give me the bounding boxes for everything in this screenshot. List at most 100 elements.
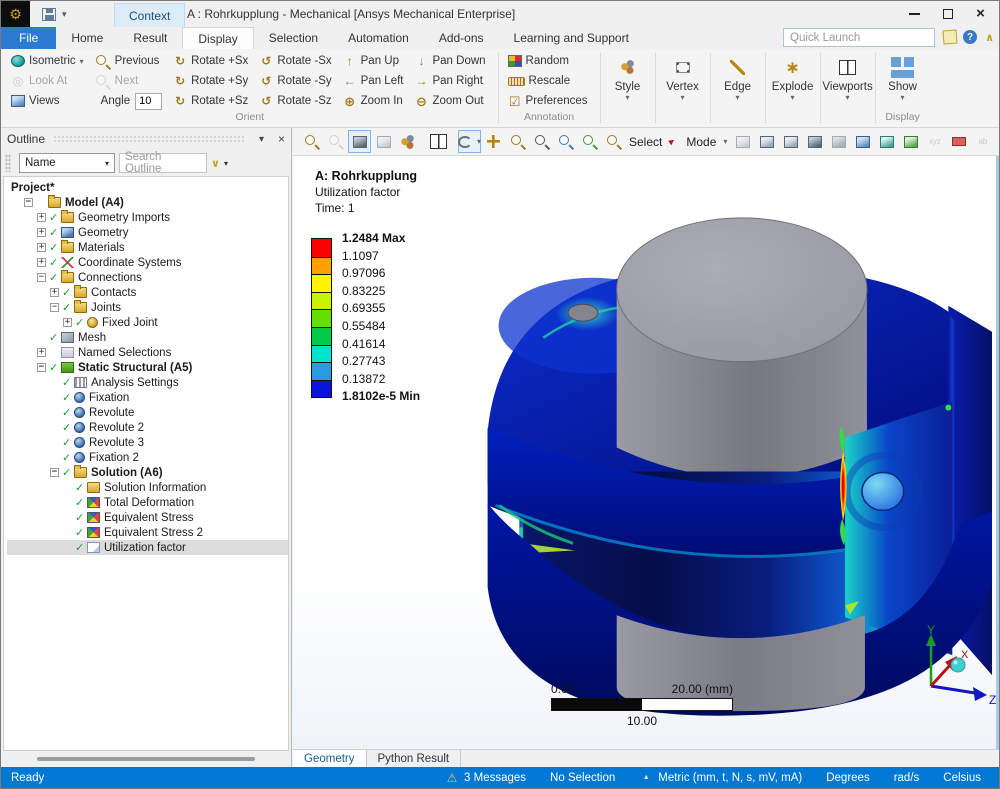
zoom-box-mode-button[interactable] (530, 130, 553, 153)
ribbon-item-random[interactable]: Random (504, 51, 595, 71)
ribbon-item-angle[interactable]: Angle (91, 91, 169, 111)
tree-item-solution-a6[interactable]: −✓Solution (A6) (7, 465, 288, 480)
ribbon-item-preferences[interactable]: ☑Preferences (504, 91, 595, 111)
ribbon-item-rotate-sy[interactable]: ↺Rotate -Sy (255, 71, 338, 91)
style-paint-button[interactable] (396, 130, 419, 153)
select-button[interactable]: Select► (626, 134, 682, 149)
filter-options-icon[interactable]: ▾ (224, 159, 228, 168)
shaded-gray-button[interactable] (372, 130, 395, 153)
tree-item-equivalent-stress-2[interactable]: ✓Equivalent Stress 2 (7, 525, 288, 540)
ribbon-item-isometric[interactable]: Isometric▾ (7, 51, 91, 71)
filter-node-button[interactable] (851, 130, 874, 153)
tree-expander-icon[interactable]: + (50, 288, 59, 297)
tree-expander-icon[interactable]: + (63, 318, 72, 327)
status-celsius[interactable]: Celsius (943, 772, 981, 784)
filter-type-dropdown[interactable]: Name ▾ (19, 153, 115, 173)
tree-item-fixed-joint[interactable]: +✓Fixed Joint (7, 315, 288, 330)
zoom-fit-button[interactable] (554, 130, 577, 153)
ribbon-item-next[interactable]: Next (91, 71, 169, 91)
close-panel-icon[interactable]: × (278, 132, 285, 146)
tree-item-mesh[interactable]: ✓Mesh (7, 330, 288, 345)
tree-item-materials[interactable]: +✓Materials (7, 240, 288, 255)
status-no-selection[interactable]: No Selection (550, 772, 615, 784)
tree-item-solution-information[interactable]: ✓Solution Information (7, 480, 288, 495)
xyz-button[interactable]: xyz (923, 130, 946, 153)
ribbon-item-rotate-sx[interactable]: ↺Rotate -Sx (255, 51, 338, 71)
tab-file[interactable]: File (1, 27, 56, 49)
tab-home[interactable]: Home (56, 27, 118, 49)
feedback-note-icon[interactable] (943, 30, 958, 45)
context-tab[interactable]: Context (114, 3, 185, 27)
ribbon-item-pan-down[interactable]: ↓Pan Down (410, 51, 492, 71)
search-outline-input[interactable]: Search Outline (119, 153, 207, 173)
collapse-ribbon-icon[interactable]: ∧ (985, 31, 994, 44)
tree-item-equivalent-stress[interactable]: ✓Equivalent Stress (7, 510, 288, 525)
status-rad-s[interactable]: rad/s (894, 772, 920, 784)
tab-selection[interactable]: Selection (254, 27, 333, 49)
tree-item-connections[interactable]: −✓Connections (7, 270, 288, 285)
tree-expander-icon[interactable]: + (37, 348, 46, 357)
status-3-messages[interactable]: ⚠3 Messages (445, 770, 526, 785)
tree-item-project[interactable]: Project* (7, 180, 288, 195)
filter-element-button[interactable] (875, 130, 898, 153)
filter-face-button[interactable] (755, 130, 778, 153)
help-icon[interactable]: ? (963, 30, 977, 44)
tab-add-ons[interactable]: Add-ons (424, 27, 499, 49)
graphics-viewport[interactable]: A: Rohrkupplung Utilization factor Time:… (293, 156, 999, 749)
axis-triad[interactable]: Y Z X (901, 622, 997, 706)
tree-item-contacts[interactable]: +✓Contacts (7, 285, 288, 300)
status-degrees[interactable]: Degrees (826, 772, 869, 784)
button-viewports[interactable]: Viewports▾ (824, 49, 872, 111)
mode-dropdown[interactable]: Mode▾ (683, 135, 730, 149)
ribbon-item-previous[interactable]: Previous (91, 51, 169, 71)
tree-item-analysis-settings[interactable]: ✓Analysis Settings (7, 375, 288, 390)
tree-expander-icon[interactable]: − (50, 303, 59, 312)
outline-scrollbar[interactable] (1, 751, 291, 767)
ribbon-item-zoom-in[interactable]: ⊕Zoom In (339, 91, 411, 111)
close-button[interactable]: × (964, 1, 997, 26)
tree-expander-icon[interactable]: + (37, 243, 46, 252)
tree-expander-icon[interactable]: − (37, 363, 46, 372)
tree-expander-icon[interactable]: + (37, 213, 46, 222)
angle-input[interactable] (135, 93, 162, 110)
tab-learning-and-support[interactable]: Learning and Support (499, 27, 644, 49)
filter-body-button[interactable] (731, 130, 754, 153)
tree-expander-icon[interactable]: − (37, 273, 46, 282)
ribbon-item-pan-right[interactable]: →Pan Right (410, 71, 492, 91)
tree-item-geometry[interactable]: +✓Geometry (7, 225, 288, 240)
filter-mesh-button[interactable] (827, 130, 850, 153)
button-style[interactable]: Style▾ (604, 49, 652, 111)
ribbon-item-rotate-sz[interactable]: ↻Rotate +Sz (169, 91, 255, 111)
pan-mode-button[interactable] (482, 130, 505, 153)
tree-expander-icon[interactable]: + (37, 228, 46, 237)
minimize-button[interactable] (898, 1, 931, 26)
ribbon-item-zoom-out[interactable]: ⊖Zoom Out (410, 91, 492, 111)
ribbon-item-rotate-sx[interactable]: ↻Rotate +Sx (169, 51, 255, 71)
status-metric-mm-t-n-s-mv-ma[interactable]: ▲Metric (mm, t, N, s, mV, mA) (639, 770, 802, 785)
maximize-button[interactable] (931, 1, 964, 26)
zoom-redo-button[interactable] (324, 130, 347, 153)
viewport-tab-python-result[interactable]: Python Result (367, 750, 462, 767)
tree-item-fixation-2[interactable]: ✓Fixation 2 (7, 450, 288, 465)
tree-item-joints[interactable]: −✓Joints (7, 300, 288, 315)
ribbon-item-pan-left[interactable]: ←Pan Left (339, 71, 411, 91)
shaded-exterior-button[interactable] (348, 130, 371, 153)
quick-access-dropdown-icon[interactable]: ▾ (62, 9, 67, 20)
zoom-sel-button[interactable] (578, 130, 601, 153)
tab-automation[interactable]: Automation (333, 27, 424, 49)
zoom-prev2-button[interactable] (602, 130, 625, 153)
ribbon-item-look-at[interactable]: ◎Look At (7, 71, 91, 91)
rotate-mode-button[interactable]: ▾ (458, 130, 481, 153)
button-show[interactable]: Show▾ (879, 49, 927, 111)
ribbon-item-pan-up[interactable]: ↑Pan Up (339, 51, 411, 71)
tree-item-model-a4[interactable]: −Model (A4) (7, 195, 288, 210)
zoom-undo-button[interactable] (300, 130, 323, 153)
viewport-grid-button[interactable] (427, 130, 450, 153)
tree-item-named-selections[interactable]: +Named Selections (7, 345, 288, 360)
zoom-mode-button[interactable] (506, 130, 529, 153)
quick-launch-input[interactable]: Quick Launch (783, 28, 935, 47)
tag-button[interactable] (947, 130, 970, 153)
tree-item-coordinate-systems[interactable]: +✓Coordinate Systems (7, 255, 288, 270)
ribbon-item-views[interactable]: Views (7, 91, 91, 111)
button-edge[interactable]: Edge▾ (714, 49, 762, 111)
